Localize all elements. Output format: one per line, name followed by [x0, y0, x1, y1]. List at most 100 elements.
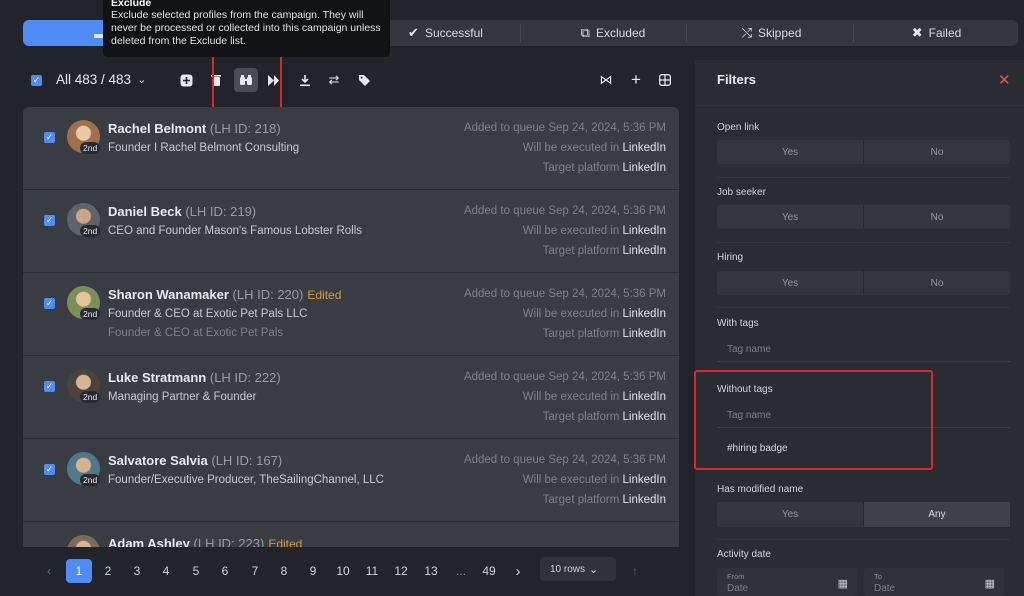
scroll-top-icon[interactable]: ↑: [628, 559, 642, 583]
rows-per-page-select[interactable]: 10 rows ⌄: [540, 557, 616, 581]
meta-label: Added to queue: [463, 454, 546, 466]
name-text: Sharon Wanamaker: [108, 287, 229, 302]
connection-degree-badge: 2nd: [80, 474, 101, 486]
modified-name-yes[interactable]: Yes: [717, 502, 863, 527]
page-button[interactable]: 4: [160, 559, 172, 583]
page-button[interactable]: 5: [190, 559, 202, 583]
profile-name[interactable]: Sharon Wanamaker (LH ID: 220) Edited: [108, 287, 341, 302]
tab-failed[interactable]: ✖ Failed: [855, 20, 1018, 46]
meta-value: LinkedIn: [622, 474, 666, 486]
refresh-icon[interactable]: ⇄: [324, 70, 344, 90]
page-number: 9: [309, 564, 317, 578]
executed-in: Will be executed in LinkedIn: [523, 391, 666, 403]
skip-icon: ⤭: [741, 25, 753, 40]
page-button[interactable]: 2: [102, 559, 114, 583]
list-item[interactable]: ✓ 2nd Salvatore Salvia (LH ID: 167) Foun…: [23, 439, 679, 522]
modified-name-label: Has modified name: [717, 484, 804, 495]
date-to-input[interactable]: To Date ▦: [864, 568, 1004, 596]
profile-headline: Founder & CEO at Exotic Pet Pals LLC: [108, 308, 308, 320]
ellipsis-text: ...: [455, 564, 466, 578]
plus-icon[interactable]: +: [626, 70, 646, 90]
profile-name[interactable]: Rachel Belmont (LH ID: 218): [108, 121, 281, 136]
row-checkbox[interactable]: ✓: [44, 298, 55, 309]
open-link-yes[interactable]: Yes: [717, 140, 863, 164]
avatar: 2nd: [67, 286, 101, 320]
page-button[interactable]: 12: [391, 559, 411, 583]
page-button[interactable]: 49: [479, 559, 499, 583]
page-button[interactable]: 13: [421, 559, 441, 583]
page-button[interactable]: 9: [307, 559, 319, 583]
select-all-checkbox[interactable]: ✓: [31, 75, 42, 86]
target-platform: Target platform LinkedIn: [543, 494, 666, 506]
profile-headline: Managing Partner & Founder: [108, 391, 257, 403]
close-icon[interactable]: ✕: [998, 71, 1011, 89]
page-button[interactable]: 6: [219, 559, 231, 583]
page-button[interactable]: 10: [333, 559, 353, 583]
page-button[interactable]: 1: [66, 559, 92, 583]
next-page-icon[interactable]: ›: [511, 559, 525, 583]
added-to-queue: Added to queue Sep 24, 2024, 5:36 PM: [464, 288, 666, 300]
target-platform: Target platform LinkedIn: [543, 328, 666, 340]
profile-name[interactable]: Luke Stratmann (LH ID: 222): [108, 370, 281, 385]
avatar: 2nd: [67, 452, 101, 486]
prev-page-icon[interactable]: ‹: [42, 559, 56, 583]
meta-label: Added to queue: [463, 288, 546, 300]
grid-icon[interactable]: [655, 70, 675, 90]
meta-value: LinkedIn: [622, 391, 666, 403]
date-from-input[interactable]: From Date ▦: [717, 568, 857, 596]
page-number: 10: [336, 564, 350, 578]
meta-label: Target platform: [542, 494, 620, 506]
tab-label: Excluded: [595, 26, 646, 40]
list-item[interactable]: ✓ 2nd Daniel Beck (LH ID: 219) CEO and F…: [23, 190, 679, 273]
without-tags-highlight: [694, 370, 933, 470]
meta-value: LinkedIn: [622, 411, 666, 423]
tab-excluded[interactable]: ⧉ Excluded: [523, 20, 703, 46]
collapse-icon[interactable]: ⋈: [596, 70, 616, 90]
download-icon[interactable]: [295, 70, 315, 90]
list-item[interactable]: Adam Ashley (LH ID: 223) Edited: [23, 522, 679, 547]
row-checkbox[interactable]: ✓: [44, 381, 55, 392]
meta-label: Will be executed in: [522, 308, 620, 320]
tab-skipped[interactable]: ⤭ Skipped: [689, 20, 854, 46]
row-checkbox[interactable]: ✓: [44, 464, 55, 475]
selection-dropdown[interactable]: All 483 / 483 ⌄: [56, 72, 146, 87]
row-checkbox[interactable]: ✓: [44, 132, 55, 143]
meta-label: Added to queue: [463, 122, 546, 134]
page-button[interactable]: 8: [278, 559, 290, 583]
calendar-icon[interactable]: ▦: [838, 577, 848, 590]
profile-name[interactable]: Daniel Beck (LH ID: 219): [108, 204, 256, 219]
job-seeker-yes[interactable]: Yes: [717, 205, 863, 229]
avatar: 2nd: [67, 369, 101, 403]
lh-id: (LH ID: 222): [209, 370, 281, 385]
job-seeker-no[interactable]: No: [864, 205, 1010, 229]
page-button[interactable]: 3: [131, 559, 143, 583]
exclude-tooltip: Exclude Exclude selected profiles from t…: [103, 0, 390, 57]
binoculars-icon: ⧉: [580, 25, 590, 40]
with-tags-input[interactable]: Tag name: [717, 338, 1010, 362]
row-checkbox[interactable]: ✓: [44, 215, 55, 226]
list-item[interactable]: ✓ 2nd Sharon Wanamaker (LH ID: 220) Edite…: [23, 273, 679, 356]
list-item[interactable]: ✓ 2nd Rachel Belmont (LH ID: 218) Founde…: [23, 107, 679, 190]
executed-in: Will be executed in LinkedIn: [523, 474, 666, 486]
page-number: 49: [482, 564, 496, 578]
page-button[interactable]: 7: [249, 559, 261, 583]
page-button[interactable]: 11: [362, 559, 382, 583]
page-ellipsis: ...: [453, 559, 469, 583]
hiring-no[interactable]: No: [864, 271, 1010, 295]
profile-name[interactable]: Salvatore Salvia (LH ID: 167): [108, 453, 282, 468]
tag-icon[interactable]: [354, 70, 374, 90]
hiring-yes[interactable]: Yes: [717, 271, 863, 295]
profile-headline: Founder/Executive Producer, TheSailingCh…: [108, 474, 384, 486]
name-text: Salvatore Salvia: [108, 453, 208, 468]
modified-name-any[interactable]: Any: [864, 502, 1010, 527]
page-number: 7: [251, 564, 259, 578]
list-item[interactable]: ✓ 2nd Luke Stratmann (LH ID: 222) Managi…: [23, 356, 679, 439]
add-profile-icon[interactable]: [176, 70, 196, 90]
tab-divider: [686, 24, 687, 42]
profile-name[interactable]: Adam Ashley (LH ID: 223) Edited: [108, 536, 302, 547]
open-link-no[interactable]: No: [864, 140, 1010, 164]
meta-value: Sep 24, 2024, 5:36 PM: [548, 371, 666, 383]
calendar-icon[interactable]: ▦: [985, 577, 995, 590]
meta-value: Sep 24, 2024, 5:36 PM: [548, 122, 666, 134]
selection-count: All 483 / 483: [56, 72, 132, 87]
